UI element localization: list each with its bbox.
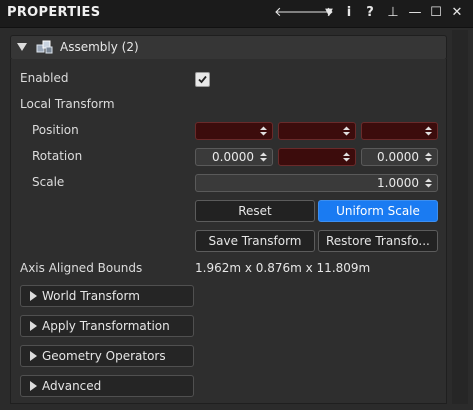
position-x-field[interactable]	[195, 122, 273, 140]
title-bar: PROPERTIES 🡐 🡒 ▼ i ? ⊥ — ☐ ✕	[0, 0, 473, 28]
local-transform-label: Local Transform	[20, 97, 115, 111]
apply-transformation-toggle[interactable]: Apply Transformation	[20, 315, 194, 337]
close-icon[interactable]: ✕	[448, 3, 466, 23]
reset-button[interactable]: Reset	[195, 200, 315, 222]
arrow-left-icon[interactable]: 🡐	[274, 3, 309, 23]
panel-title: PROPERTIES	[7, 5, 101, 20]
advanced-toggle[interactable]: Advanced	[20, 375, 194, 397]
minimize-icon[interactable]: —	[406, 3, 424, 23]
scrollbar[interactable]	[452, 30, 468, 404]
position-z-field[interactable]	[361, 122, 438, 140]
enabled-checkbox[interactable]	[195, 72, 210, 87]
divider	[10, 403, 447, 404]
collapsed-triangle-icon	[30, 321, 37, 331]
spinner-icon[interactable]	[259, 125, 268, 137]
collapsed-triangle-icon	[30, 381, 37, 391]
spinner-icon[interactable]	[424, 151, 433, 163]
help-icon[interactable]: ?	[361, 3, 379, 23]
spinner-icon[interactable]	[424, 177, 433, 189]
spinner-icon[interactable]	[424, 125, 433, 137]
restore-transform-button[interactable]: Restore Transfo...	[318, 230, 438, 252]
bounds-value: 1.962m x 0.876m x 11.809m	[195, 261, 371, 275]
spinner-icon[interactable]	[342, 125, 351, 137]
section-title: Assembly (2)	[60, 40, 139, 54]
rotation-label: Rotation	[32, 149, 83, 163]
expand-triangle-icon[interactable]	[17, 43, 27, 51]
rotation-x-field[interactable]: 0.0000	[195, 148, 273, 166]
maximize-icon[interactable]: ☐	[427, 3, 445, 23]
spinner-icon[interactable]	[259, 151, 268, 163]
save-transform-button[interactable]: Save Transform	[195, 230, 315, 252]
position-y-field[interactable]	[278, 122, 356, 140]
world-transform-toggle[interactable]: World Transform	[20, 285, 194, 307]
scale-label: Scale	[32, 175, 65, 189]
scale-field[interactable]: 1.0000	[195, 174, 438, 192]
geometry-operators-toggle[interactable]: Geometry Operators	[20, 345, 194, 367]
collapsed-triangle-icon	[30, 291, 37, 301]
bounds-label: Axis Aligned Bounds	[20, 261, 143, 275]
checkmark-icon	[198, 75, 207, 84]
pin-icon[interactable]: ⊥	[384, 3, 402, 23]
spinner-icon[interactable]	[342, 151, 351, 163]
arrow-right-icon[interactable]: 🡒	[299, 3, 334, 23]
section-header-assembly[interactable]: Assembly (2)	[10, 35, 447, 60]
info-icon[interactable]: i	[340, 3, 358, 23]
collapsed-triangle-icon	[30, 351, 37, 361]
properties-panel: PROPERTIES 🡐 🡒 ▼ i ? ⊥ — ☐ ✕ Assembly (2…	[0, 0, 473, 410]
assembly-icon	[36, 40, 53, 54]
uniform-scale-button[interactable]: Uniform Scale	[318, 200, 438, 222]
enabled-label: Enabled	[20, 71, 69, 85]
dropdown-icon[interactable]: ▼	[320, 3, 338, 23]
rotation-y-field[interactable]	[278, 148, 356, 166]
position-label: Position	[32, 123, 79, 137]
rotation-z-field[interactable]: 0.0000	[361, 148, 438, 166]
